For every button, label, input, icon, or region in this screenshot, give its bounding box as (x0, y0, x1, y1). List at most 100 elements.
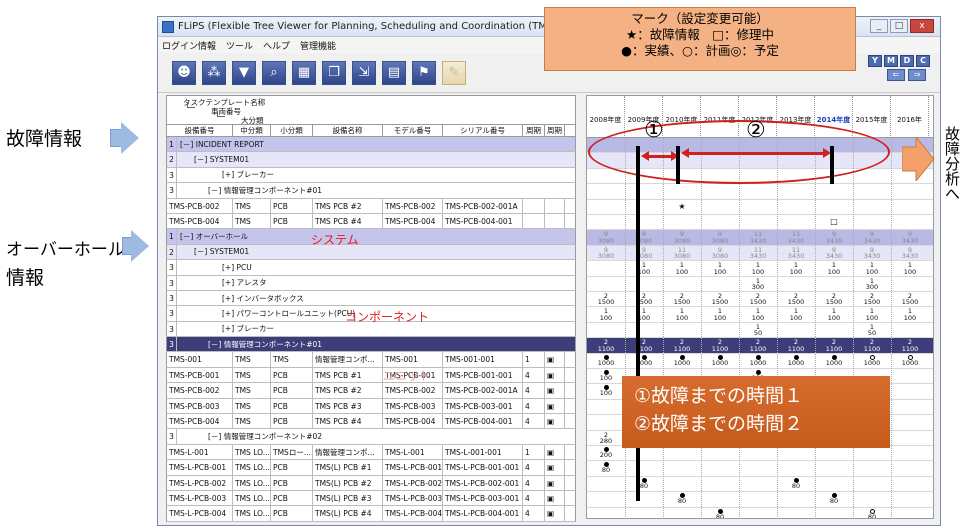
timeline-cell[interactable]: 1 300 (853, 277, 891, 290)
table-row[interactable]: TMS-PCB-002 TMS PCB TMS PCB #2 TMS-PCB-002 TM… (166, 383, 576, 399)
timeline-cell[interactable]: 2 1100 (891, 339, 929, 352)
table-row[interactable]: TMS-001 TMS TMS 情報管理コンポ... TMS-001 TMS-001-00… (166, 352, 576, 368)
timeline-cell[interactable]: 1000 (853, 354, 891, 366)
timeline-cell[interactable]: 1 100 (663, 262, 701, 275)
note-icon[interactable]: ✎ (442, 60, 466, 85)
timeline-cell[interactable]: 9 3080 (587, 231, 625, 244)
menu-login[interactable]: ログイン情報 (162, 39, 216, 52)
view-custom-button[interactable]: C (916, 55, 930, 67)
timeline-cell[interactable]: 11 3430 (739, 231, 777, 244)
timeline-cell[interactable]: 1 100 (891, 308, 929, 321)
timeline-cell[interactable]: 1000 (777, 354, 815, 366)
window-icon[interactable]: ❐ (322, 60, 346, 85)
timeline-cell[interactable]: 9 3430 (815, 231, 853, 244)
timeline-cell[interactable]: 2 280 (587, 431, 625, 444)
timeline-cell[interactable]: 11 3080 (663, 246, 701, 259)
tree-node[interactable]: 1 [－] INCIDENT REPORT (166, 137, 576, 153)
prev-arrow-icon[interactable]: ⇐ (887, 69, 905, 81)
timeline-cell[interactable]: 9 3430 (853, 246, 891, 259)
timeline-cell[interactable]: 2 1100 (777, 339, 815, 352)
timeline-cell[interactable]: 1 100 (777, 308, 815, 321)
repair-square-icon[interactable]: □ (815, 217, 853, 226)
timeline-cell[interactable]: 2 1500 (891, 293, 929, 306)
timeline-cell[interactable]: 1000 (663, 354, 701, 366)
col-equipment-number[interactable]: 設備番号 (167, 125, 233, 136)
timeline-cell[interactable]: 80 (701, 508, 739, 518)
timeline-cell[interactable]: 80 (815, 493, 853, 505)
export-icon[interactable]: ⇲ (352, 60, 376, 85)
menu-tools[interactable]: ツール (226, 39, 253, 52)
row-checkbox[interactable]: ▣ (545, 444, 565, 460)
timeline-cell[interactable]: 200 (587, 447, 625, 458)
timeline-cell[interactable]: 1000 (891, 354, 929, 366)
timeline-cell[interactable]: 9 3080 (625, 231, 663, 244)
timeline-cell[interactable]: 2 1100 (701, 339, 739, 352)
timeline-cell[interactable]: 1 100 (815, 308, 853, 321)
search-icon[interactable]: ⌕ (262, 60, 286, 85)
timeline-cell[interactable]: 1000 (815, 354, 853, 366)
table-row[interactable]: TMS-PCB-003 TMS PCB TMS PCB #3 TMS-PCB-003 TM… (166, 398, 576, 415)
timeline-cell[interactable]: 1 100 (853, 262, 891, 275)
timeline-cell[interactable]: 11 3430 (777, 231, 815, 244)
timeline-cell[interactable]: 80 (625, 477, 663, 489)
timeline-cell[interactable]: 2 1500 (625, 293, 663, 306)
col-serial-number[interactable]: シリアル番号 (443, 125, 523, 136)
minimize-button[interactable]: _ (870, 19, 888, 33)
tree-node[interactable]: 3 [－] 情報管理コンポーネント#01 (166, 183, 576, 199)
tree-node[interactable]: 1 [－] オーバーホール (166, 229, 576, 245)
timeline-cell[interactable]: 1 100 (701, 262, 739, 275)
table-row[interactable]: TMS-L-PCB-001 TMS LO... PCB TMS(L) PCB #1 TM… (166, 460, 576, 476)
col-mid-category[interactable]: 中分類 (233, 125, 271, 136)
row-checkbox[interactable] (545, 213, 565, 229)
col-cycle-2[interactable]: 周期 (545, 125, 565, 136)
timeline-cell[interactable]: 9 3430 (815, 246, 853, 259)
table-row[interactable]: TMS-L-PCB-004 TMS LO... PCB TMS(L) PCB #4 TM… (166, 506, 576, 522)
timeline-cell[interactable]: 1 100 (777, 262, 815, 275)
tree-node[interactable]: 3 [－] 情報管理コンポーネント#01 (166, 337, 576, 353)
timeline-cell[interactable]: 1000 (587, 354, 625, 366)
table-row[interactable]: TMS-L-PCB-003 TMS LO... PCB TMS(L) PCB #3 TM… (166, 490, 576, 507)
timeline-cell[interactable]: 80 (587, 462, 625, 474)
failure-star-icon[interactable]: ★ (663, 202, 701, 211)
timeline-cell[interactable]: 1 100 (739, 308, 777, 321)
timeline-cell[interactable]: 11 3430 (777, 246, 815, 259)
timeline-cell[interactable]: 2 1500 (663, 293, 701, 306)
timeline-cell[interactable]: 1 100 (625, 262, 663, 275)
timeline-cell[interactable]: 1000 (701, 354, 739, 366)
timeline-cell[interactable]: 2 1100 (739, 339, 777, 352)
row-checkbox[interactable]: ▣ (545, 414, 565, 429)
timeline-cell[interactable]: 80 (777, 477, 815, 489)
timeline-cell[interactable]: 80 (663, 493, 701, 505)
table-row[interactable]: TMS-L-PCB-002 TMS LO... PCB TMS(L) PCB #2 TM… (166, 475, 576, 491)
timeline-cell[interactable]: 2 1100 (663, 339, 701, 352)
timeline-cell[interactable]: 100 (587, 370, 625, 381)
tree-node[interactable]: 3 [+] PCU (166, 260, 576, 276)
filter-icon[interactable]: ▼ (232, 60, 256, 85)
timeline-cell[interactable]: 2 1100 (625, 339, 663, 352)
timeline-cell[interactable]: 1000 (625, 354, 663, 366)
grid-icon[interactable]: ▦ (292, 60, 316, 85)
tree-node[interactable]: 3 [－] 情報管理コンポーネント#02 (166, 429, 576, 445)
next-arrow-icon[interactable]: ⇒ (908, 69, 926, 81)
menu-admin[interactable]: 管理機能 (300, 39, 336, 52)
timeline-cell[interactable]: 1 100 (701, 308, 739, 321)
menu-help[interactable]: ヘルプ (263, 39, 290, 52)
table-row[interactable]: TMS-PCB-001 TMS PCB TMS PCB #1 TMS-PCB-001 TM… (166, 367, 576, 384)
col-cycle[interactable]: 周期 (523, 125, 545, 136)
timeline-cell[interactable]: 9 3430 (891, 246, 929, 259)
timeline-cell[interactable]: 1 100 (739, 262, 777, 275)
timeline-cell[interactable]: 1 100 (853, 308, 891, 321)
close-button[interactable]: x (910, 19, 934, 33)
maximize-button[interactable]: □ (890, 19, 908, 33)
timeline-cell[interactable]: 2 1100 (815, 339, 853, 352)
timeline-cell[interactable]: 2 1500 (777, 293, 815, 306)
timeline-cell[interactable]: 9 3430 (853, 231, 891, 244)
row-checkbox[interactable]: ▣ (545, 475, 565, 490)
timeline-cell[interactable]: 9 3430 (891, 231, 929, 244)
row-checkbox[interactable]: ▣ (545, 383, 565, 398)
row-checkbox[interactable]: ▣ (545, 490, 565, 506)
timeline-cell[interactable]: 1 100 (891, 262, 929, 275)
row-checkbox[interactable]: ▣ (545, 367, 565, 383)
timeline-cell[interactable]: 1000 (739, 354, 777, 366)
table-row[interactable]: TMS-PCB-002 TMS PCB TMS PCB #2 TMS-PCB-002 TM… (166, 198, 576, 214)
